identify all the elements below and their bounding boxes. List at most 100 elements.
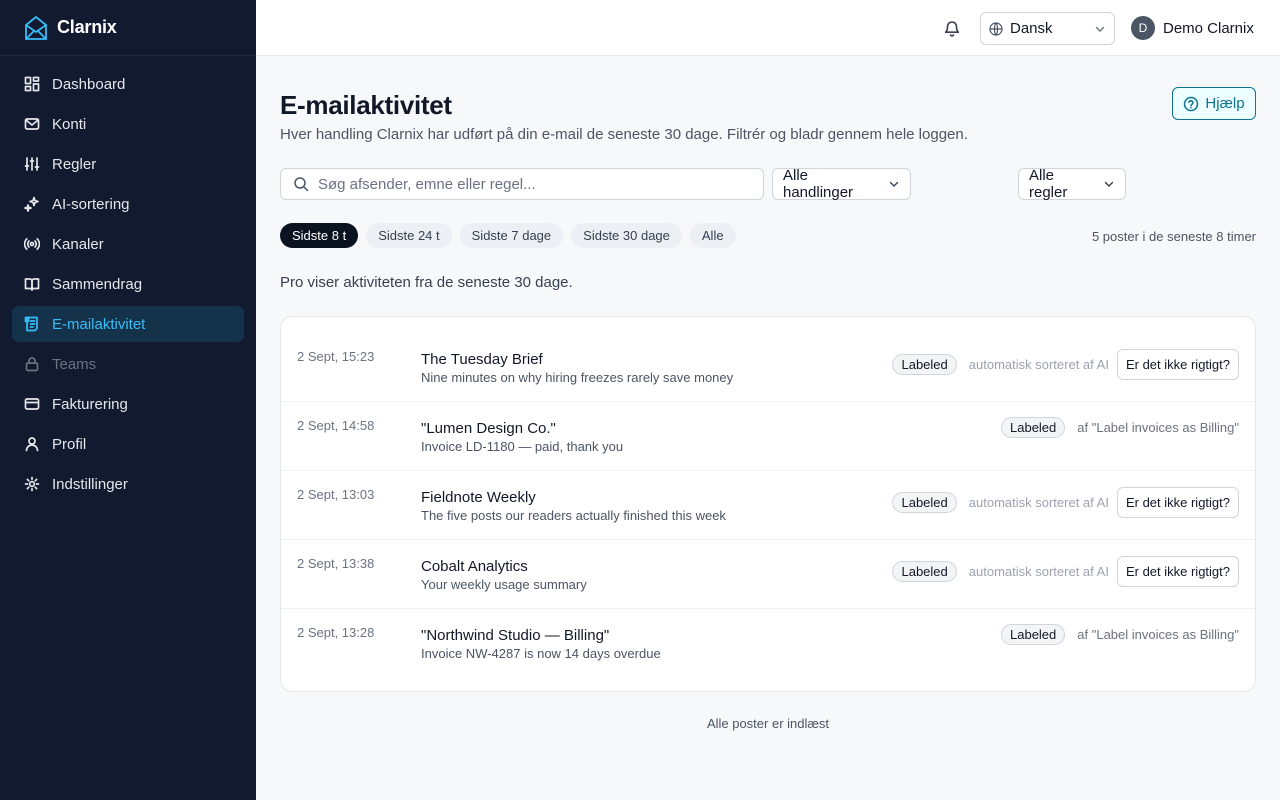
page-title: E-mailaktivitet bbox=[280, 90, 452, 120]
page-subtitle: Hver handling Clarnix har udført på din … bbox=[280, 126, 968, 143]
list-item[interactable]: 2 Sept, 15:23 The Tuesday Brief Nine min… bbox=[281, 333, 1255, 402]
activity-source: automatisk sorteret af AI bbox=[968, 564, 1109, 579]
sidebar-item-label: Profil bbox=[52, 435, 87, 453]
status-badge: Labeled bbox=[892, 354, 957, 375]
notifications-bell-icon[interactable] bbox=[940, 16, 964, 40]
result-count: 5 poster i de seneste 8 timer bbox=[1091, 229, 1256, 244]
activity-snippet: Invoice NW-4287 is now 14 days overdue bbox=[421, 646, 661, 661]
report-wrong-button[interactable]: Er det ikke rigtigt? bbox=[1116, 349, 1239, 380]
chip-all[interactable]: Alle bbox=[689, 223, 736, 248]
activity-meta: Labeled af "Label invoices as Billing" bbox=[1001, 623, 1239, 645]
activity-snippet: Your weekly usage summary bbox=[421, 577, 587, 592]
avatar: D bbox=[1131, 16, 1155, 40]
activity-subject: "Northwind Studio — Billing" bbox=[421, 627, 610, 644]
brand[interactable]: Clarnix bbox=[0, 0, 256, 56]
sidebar-item-regler[interactable]: Regler bbox=[12, 146, 244, 182]
activity-time: 2 Sept, 13:28 bbox=[297, 625, 375, 640]
sidebar-item-e-mailaktivitet[interactable]: E-mailaktivitet bbox=[12, 306, 244, 342]
chevron-down-icon bbox=[888, 178, 900, 190]
help-circle-icon bbox=[1183, 96, 1199, 112]
search-icon bbox=[293, 176, 309, 192]
list-item[interactable]: 2 Sept, 13:28 "Northwind Studio — Billin… bbox=[281, 609, 1255, 678]
activity-meta: Labeled automatisk sorteret af AI Er det… bbox=[892, 349, 1239, 380]
sidebar-nav: Dashboard Konti Regler AI-sortering Kana… bbox=[0, 56, 256, 516]
chip-last-8h[interactable]: Sidste 8 t bbox=[280, 223, 359, 248]
activity-time: 2 Sept, 15:23 bbox=[297, 349, 375, 364]
sidebar-item-sammendrag[interactable]: Sammendrag bbox=[12, 266, 244, 302]
sidebar: Clarnix Dashboard Konti Regler AI-sorter… bbox=[0, 0, 256, 800]
activity-source: automatisk sorteret af AI bbox=[968, 357, 1109, 372]
gear-icon bbox=[24, 476, 40, 492]
status-badge: Labeled bbox=[892, 561, 957, 582]
sidebar-item-label: Teams bbox=[52, 355, 97, 373]
sidebar-item-label: Regler bbox=[52, 155, 97, 173]
activity-meta: Labeled af "Label invoices as Billing" bbox=[1001, 416, 1239, 438]
status-badge: Labeled bbox=[892, 492, 957, 513]
sidebar-item-label: AI-sortering bbox=[52, 195, 130, 213]
language-select[interactable]: Dansk bbox=[980, 12, 1115, 45]
chip-last-7-days[interactable]: Sidste 7 dage bbox=[459, 223, 564, 248]
sidebar-item-dashboard[interactable]: Dashboard bbox=[12, 66, 244, 102]
credit-card-icon bbox=[24, 396, 40, 412]
all-loaded-note: Alle poster er indlæst bbox=[706, 716, 830, 731]
activity-source: af "Label invoices as Billing" bbox=[1077, 626, 1239, 642]
sidebar-item-konti[interactable]: Konti bbox=[12, 106, 244, 142]
sidebar-item-label: Sammendrag bbox=[52, 275, 143, 293]
sidebar-item-kanaler[interactable]: Kanaler bbox=[12, 226, 244, 262]
sidebar-item-profil[interactable]: Profil bbox=[12, 426, 244, 462]
sidebar-item-teams: Teams bbox=[12, 346, 244, 382]
user-name: Demo Clarnix bbox=[1163, 19, 1254, 37]
chevron-down-icon bbox=[1103, 178, 1115, 190]
activity-time: 2 Sept, 14:58 bbox=[297, 418, 375, 433]
report-wrong-button[interactable]: Er det ikke rigtigt? bbox=[1116, 556, 1239, 587]
search-input[interactable] bbox=[318, 175, 738, 193]
list-item[interactable]: 2 Sept, 13:38 Cobalt Analytics Your week… bbox=[281, 540, 1255, 609]
activity-subject: Fieldnote Weekly bbox=[421, 489, 536, 506]
activity-snippet: Nine minutes on why hiring freezes rarel… bbox=[421, 370, 734, 385]
dashboard-icon bbox=[24, 76, 40, 92]
broadcast-icon bbox=[24, 236, 40, 252]
sidebar-item-label: Konti bbox=[52, 115, 87, 133]
top-bar: Dansk D Demo Clarnix bbox=[256, 0, 1280, 56]
activity-source: automatisk sorteret af AI bbox=[968, 495, 1109, 510]
search-box bbox=[280, 168, 764, 200]
activity-snippet: The five posts our readers actually fini… bbox=[421, 508, 726, 523]
report-wrong-button[interactable]: Er det ikke rigtigt? bbox=[1116, 487, 1239, 518]
user-menu[interactable]: D Demo Clarnix bbox=[1131, 16, 1254, 40]
book-icon bbox=[24, 276, 40, 292]
brand-name: Clarnix bbox=[57, 17, 117, 37]
pro-plan-note: Pro viser aktiviteten fra de seneste 30 … bbox=[280, 274, 573, 291]
activity-source: af "Label invoices as Billing" bbox=[1077, 419, 1239, 435]
chip-last-24h[interactable]: Sidste 24 t bbox=[366, 223, 452, 248]
chip-last-30-days[interactable]: Sidste 30 dage bbox=[571, 223, 682, 248]
sidebar-item-label: Kanaler bbox=[52, 235, 104, 253]
rules-filter-select[interactable]: Alle regler bbox=[1018, 167, 1126, 201]
activity-subject: "Lumen Design Co." bbox=[421, 420, 556, 437]
sidebar-item-label: Dashboard bbox=[52, 75, 126, 93]
activity-list: 2 Sept, 15:23 The Tuesday Brief Nine min… bbox=[280, 316, 1256, 692]
sidebar-item-indstillinger[interactable]: Indstillinger bbox=[12, 466, 244, 502]
activity-time: 2 Sept, 13:38 bbox=[297, 556, 375, 571]
time-range-chips: Sidste 8 t Sidste 24 t Sidste 7 dage Sid… bbox=[280, 223, 744, 248]
activity-subject: The Tuesday Brief bbox=[421, 351, 543, 368]
sidebar-item-label: Indstillinger bbox=[52, 475, 128, 493]
sparkles-icon bbox=[24, 196, 40, 212]
activity-snippet: Invoice LD-1180 — paid, thank you bbox=[421, 439, 624, 454]
list-item[interactable]: 2 Sept, 13:03 Fieldnote Weekly The five … bbox=[281, 471, 1255, 540]
language-label: Dansk bbox=[1010, 20, 1053, 37]
sidebar-item-fakturering[interactable]: Fakturering bbox=[12, 386, 244, 422]
help-button[interactable]: Hjælp bbox=[1172, 87, 1256, 120]
list-item[interactable]: 2 Sept, 14:58 "Lumen Design Co." Invoice… bbox=[281, 402, 1255, 471]
sidebar-item-ai-sortering[interactable]: AI-sortering bbox=[12, 186, 244, 222]
chevron-down-icon bbox=[1094, 23, 1106, 35]
activity-log-icon bbox=[24, 316, 40, 332]
activity-meta: Labeled automatisk sorteret af AI Er det… bbox=[892, 556, 1239, 587]
globe-icon bbox=[989, 21, 1003, 36]
actions-filter-label: Alle handlinger bbox=[783, 167, 854, 201]
help-label: Hjælp bbox=[1205, 95, 1245, 112]
lock-icon bbox=[24, 356, 40, 372]
mail-icon bbox=[24, 116, 40, 132]
status-badge: Labeled bbox=[1001, 416, 1066, 438]
rules-filter-label: Alle regler bbox=[1029, 167, 1068, 201]
actions-filter-select[interactable]: Alle handlinger bbox=[772, 167, 911, 201]
